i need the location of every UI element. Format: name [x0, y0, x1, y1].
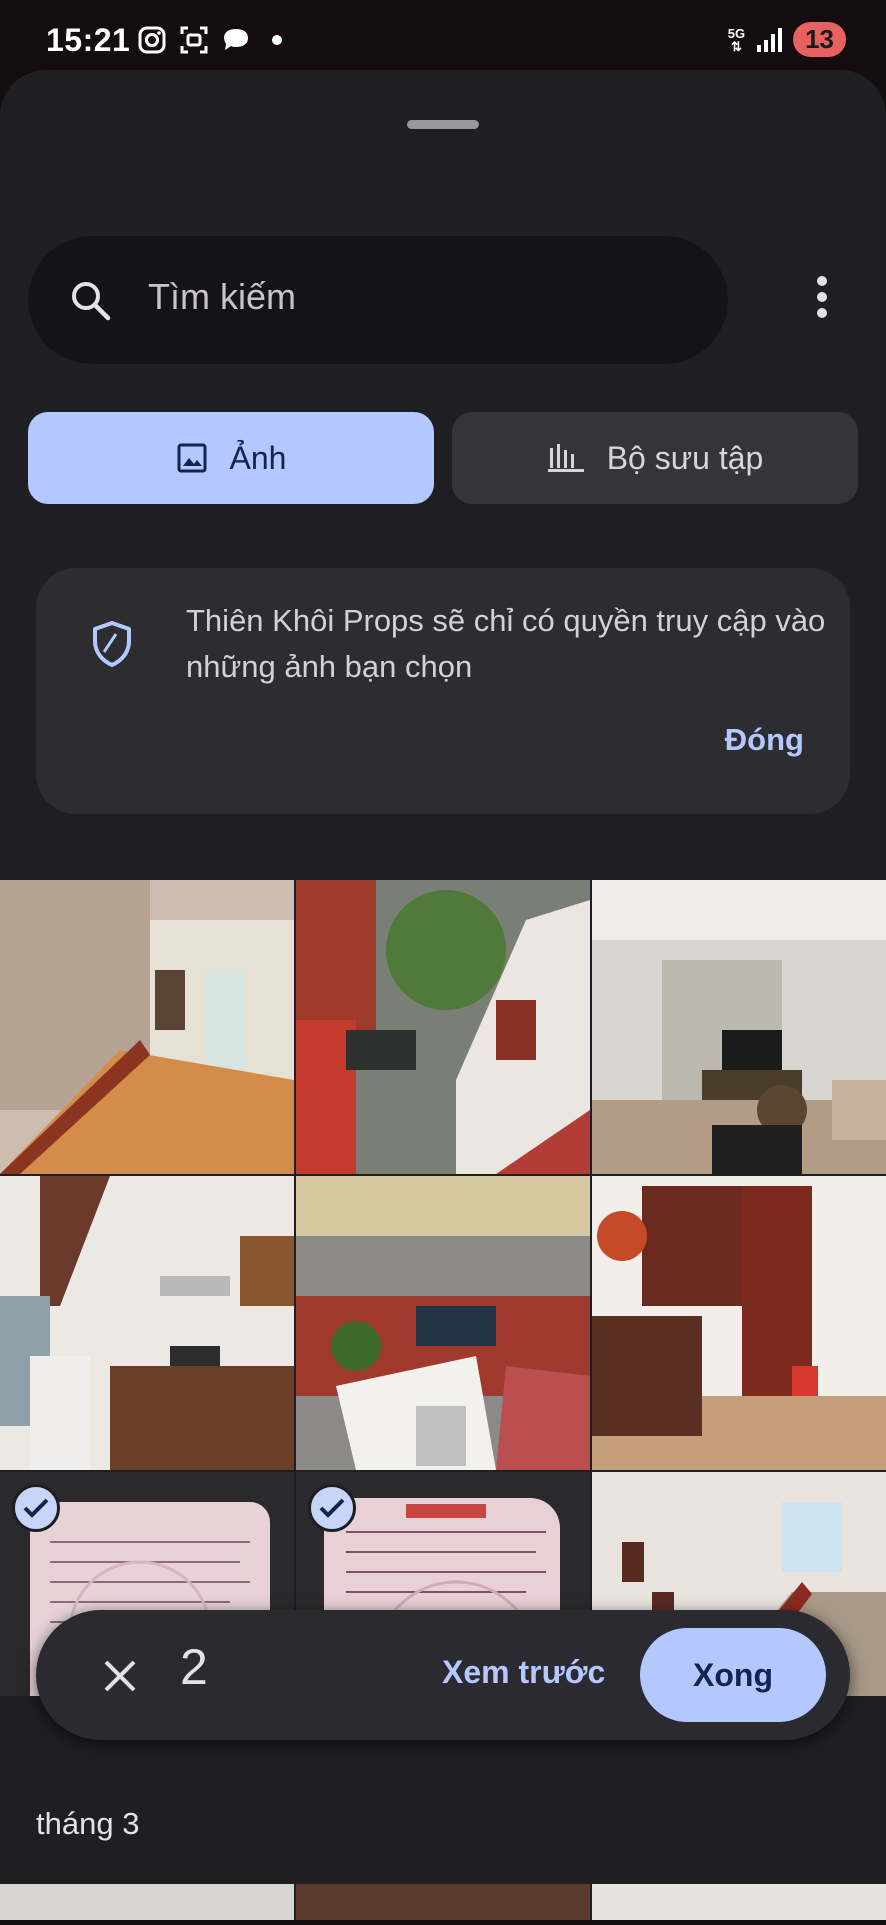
- access-notice-card: Thiên Khôi Props sẽ chỉ có quyền truy cậ…: [36, 568, 850, 814]
- instagram-icon: [138, 26, 166, 54]
- search-field[interactable]: Tìm kiếm: [28, 236, 728, 364]
- notice-close-button[interactable]: Đóng: [725, 722, 804, 758]
- drag-handle[interactable]: [407, 120, 479, 129]
- photo-tile[interactable]: [592, 1176, 886, 1470]
- photo-tile[interactable]: [0, 1176, 294, 1470]
- check-icon: [308, 1484, 356, 1532]
- done-button[interactable]: Xong: [640, 1628, 826, 1722]
- search-icon: [72, 282, 111, 321]
- selected-count: 2: [180, 1639, 208, 1695]
- scan-icon: [180, 26, 208, 54]
- signal-icon: [757, 27, 783, 52]
- search-placeholder: Tìm kiếm: [148, 276, 296, 317]
- album-icon: [547, 444, 584, 472]
- status-time: 15:21: [46, 22, 131, 58]
- shield-icon: [93, 621, 131, 667]
- status-right: 5G ⇅ 13: [728, 22, 846, 57]
- selection-bar: 2 Xem trước Xong: [36, 1610, 850, 1740]
- next-photo-row: [0, 1884, 886, 1920]
- image-icon: [177, 443, 207, 473]
- check-icon: [12, 1484, 60, 1532]
- preview-button[interactable]: Xem trước: [442, 1654, 605, 1691]
- close-icon[interactable]: [92, 1648, 148, 1704]
- tab-photos[interactable]: Ảnh: [28, 412, 434, 504]
- notice-text: Thiên Khôi Props sẽ chỉ có quyền truy cậ…: [186, 603, 826, 684]
- tab-albums[interactable]: Bộ sưu tập: [452, 412, 858, 504]
- status-notification-icons: [136, 24, 282, 56]
- section-month-label: tháng 3: [36, 1806, 140, 1841]
- more-options-icon[interactable]: [800, 270, 844, 330]
- photo-tile[interactable]: [296, 880, 590, 1174]
- photo-tile[interactable]: [0, 880, 294, 1174]
- network-5g-icon: 5G ⇅: [727, 25, 746, 54]
- photo-tile[interactable]: [592, 880, 886, 1174]
- tab-photos-label: Ảnh: [229, 439, 287, 476]
- tab-albums-label: Bộ sưu tập: [606, 439, 764, 476]
- battery-indicator: 13: [793, 22, 846, 57]
- photo-tile[interactable]: [296, 1176, 590, 1470]
- notification-dot: [272, 35, 282, 45]
- chat-bubble-icon: [224, 29, 248, 50]
